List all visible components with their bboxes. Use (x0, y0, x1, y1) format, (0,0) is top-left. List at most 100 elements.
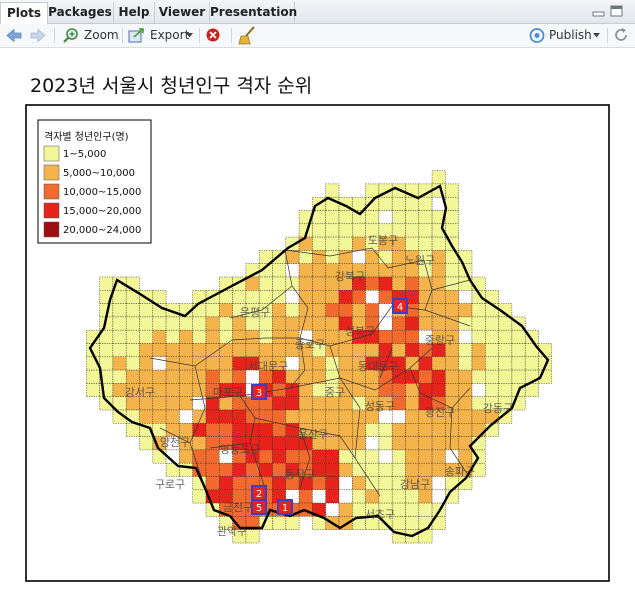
grid-cell (418, 316, 433, 331)
grid-cell (285, 250, 300, 264)
grid-cell (192, 356, 207, 371)
tab-viewer[interactable]: Viewer (155, 2, 210, 23)
grid-cell (245, 329, 260, 344)
grid-cell (205, 329, 220, 344)
grid-cell (298, 383, 313, 397)
grid-cell (272, 436, 287, 451)
grid-cell (391, 436, 406, 451)
grid-cell (232, 476, 247, 491)
grid-cell (325, 329, 340, 344)
grid-cell (219, 462, 233, 477)
district-label: 강동구 (483, 402, 513, 415)
grid-cell (165, 409, 180, 424)
grid-cell (272, 343, 287, 358)
grid-cell (139, 369, 154, 384)
grid-cell (405, 409, 420, 424)
grid-cell (165, 316, 180, 331)
grid-cell (325, 223, 340, 238)
refresh-icon[interactable] (613, 27, 629, 43)
grid-cell (445, 183, 459, 198)
grid-cell (418, 196, 433, 211)
grid-cell (219, 423, 233, 437)
tab-help[interactable]: Help (114, 2, 155, 23)
grid-cell (258, 449, 273, 464)
publish-button[interactable]: Publish (549, 27, 592, 44)
grid-cell (125, 356, 140, 371)
grid-cell (325, 476, 340, 491)
back-arrow-icon[interactable] (6, 28, 22, 43)
grid-cell (445, 316, 459, 331)
grid-cell (139, 356, 154, 371)
grid-cell (205, 369, 220, 384)
grid-cell (471, 369, 486, 384)
grid-cell (298, 449, 313, 464)
tab-presentation[interactable]: Presentation (210, 2, 297, 23)
grid-cell (125, 316, 140, 331)
grid-cell (378, 449, 393, 464)
grid-cell (205, 409, 220, 424)
district-label: 구로구 (155, 478, 185, 491)
zoom-button[interactable]: Zoom (84, 27, 119, 44)
tab-packages[interactable]: Packages (47, 2, 114, 23)
legend-label: 1~5,000 (63, 149, 106, 160)
tab-plots[interactable]: Plots (0, 2, 48, 25)
grid-cell (219, 316, 233, 331)
rank-label: 5 (256, 503, 262, 514)
grid-cell (325, 236, 340, 251)
grid-cell (471, 423, 486, 437)
grid-cell (139, 436, 154, 451)
district-label: 노원구 (405, 254, 435, 267)
grid-cell (325, 210, 340, 225)
forward-arrow-icon[interactable] (30, 28, 46, 43)
grid-cell (338, 343, 353, 358)
grid-cell (325, 250, 340, 264)
broom-clear-icon[interactable] (238, 26, 256, 45)
grid-cell (325, 462, 340, 477)
legend-swatch (43, 145, 60, 162)
chevron-down-icon[interactable] (593, 33, 600, 38)
grid-cell (485, 316, 499, 331)
grid-cell (391, 276, 406, 291)
grid-cell (378, 196, 393, 211)
grid-cell (365, 436, 380, 451)
grid-cell (165, 383, 180, 397)
chevron-down-icon[interactable] (186, 33, 193, 38)
grid-cell (219, 409, 233, 424)
grid-cell (112, 290, 127, 304)
grid-cell (338, 462, 353, 477)
grid-cell (431, 489, 446, 504)
grid-cell (219, 329, 233, 344)
grid-cell (431, 316, 446, 331)
grid-cell (378, 329, 393, 344)
grid-cell (391, 489, 406, 504)
district-label: 강남구 (400, 478, 430, 491)
export-icon (128, 28, 144, 43)
grid-cell (192, 329, 207, 344)
export-button[interactable]: Export (150, 27, 189, 44)
grid-cell (298, 409, 313, 424)
grid-cell (391, 316, 406, 331)
grid-cell (312, 449, 326, 464)
grid-cell (378, 250, 393, 264)
grid-cell (219, 476, 233, 491)
remove-plot-icon[interactable] (205, 27, 221, 43)
grid-cell (365, 276, 380, 291)
grid-cell (511, 356, 526, 371)
grid-cell (445, 196, 459, 211)
legend-label: 5,000~10,000 (63, 168, 135, 179)
grid-cell (298, 290, 313, 304)
grid-cell (205, 316, 220, 331)
grid-cell (205, 303, 220, 318)
maximize-pane-icon[interactable] (610, 5, 623, 17)
minimize-pane-icon[interactable] (592, 5, 605, 17)
grid-cell (445, 449, 459, 464)
grid-cell (445, 223, 459, 238)
grid-cell (378, 276, 393, 291)
grid-cell (232, 423, 247, 437)
grid-cell (365, 462, 380, 477)
grid-cell (485, 356, 499, 371)
grid-cell (232, 343, 247, 358)
district-label: 송파구 (445, 465, 475, 478)
rank-label: 3 (256, 388, 262, 399)
grid-cell (431, 170, 446, 185)
